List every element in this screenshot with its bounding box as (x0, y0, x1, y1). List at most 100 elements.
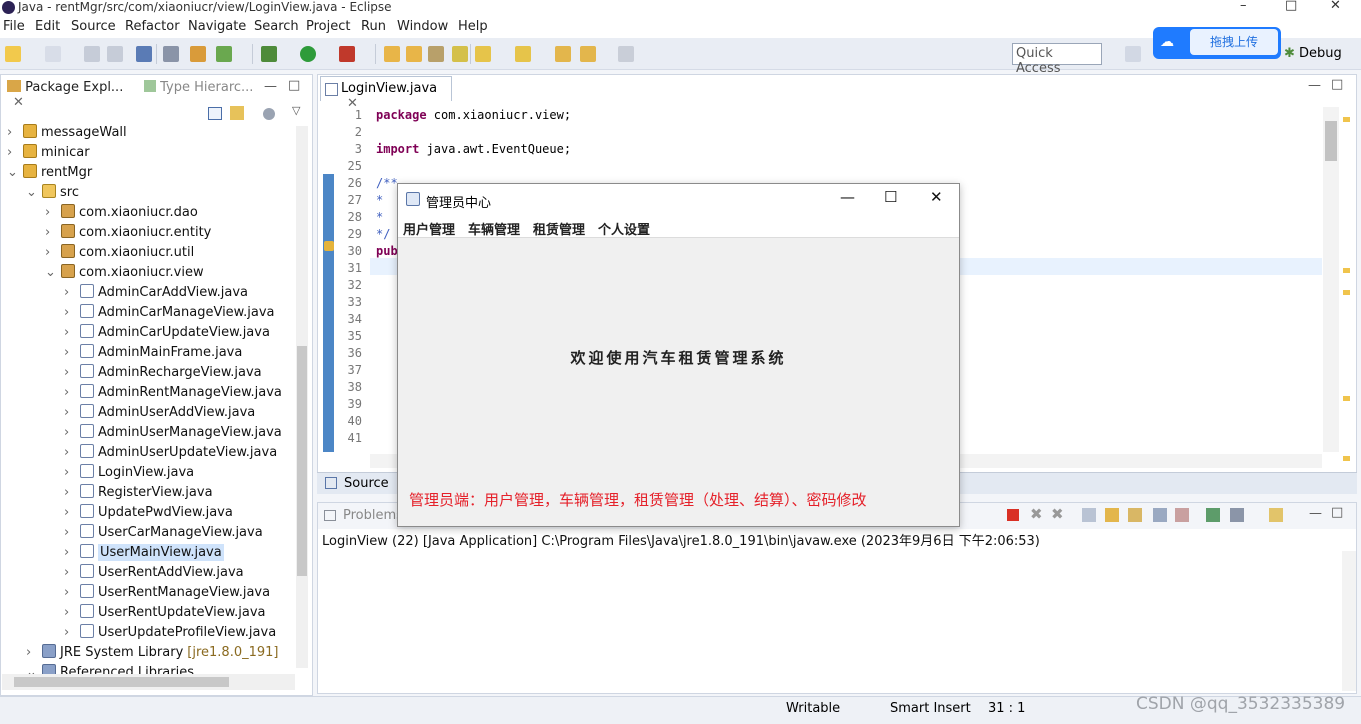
chevron-right-icon[interactable]: › (64, 345, 74, 360)
chevron-right-icon[interactable]: › (64, 445, 74, 460)
tree-item[interactable]: ⌄ com.xiaoniucr.view (45, 264, 204, 284)
chevron-right-icon[interactable]: › (26, 645, 36, 660)
prev-annotation-icon[interactable] (515, 46, 531, 62)
chevron-right-icon[interactable]: › (64, 505, 74, 520)
tab-type-hierarchy[interactable]: Type Hierarc... (138, 75, 256, 101)
tree-item[interactable]: › UserMainView.java (64, 544, 224, 564)
chevron-right-icon[interactable]: › (64, 585, 74, 600)
console-scrollbar[interactable] (1342, 551, 1356, 691)
run-icon[interactable] (300, 46, 316, 62)
console-minimize-icon[interactable]: — (1309, 506, 1322, 521)
open-type-icon[interactable] (384, 46, 400, 62)
close-icon[interactable]: ✕ (1330, 0, 1341, 13)
tree-item[interactable]: › com.xiaoniucr.util (45, 244, 194, 264)
scroll-lock-icon[interactable] (1105, 508, 1119, 522)
tree-item[interactable]: › LoginView.java (64, 464, 194, 484)
menu-vehicle-management[interactable]: 车辆管理 (468, 219, 520, 238)
last-edit-icon[interactable] (555, 46, 571, 62)
chevron-right-icon[interactable]: › (64, 305, 74, 320)
menu-search[interactable]: Search (254, 19, 299, 34)
forward-icon[interactable] (618, 46, 634, 62)
chevron-right-icon[interactable]: › (64, 545, 74, 560)
chevron-right-icon[interactable]: › (64, 365, 74, 380)
display-console-icon[interactable] (1230, 508, 1244, 522)
chevron-right-icon[interactable]: › (64, 465, 74, 480)
new-type-icon[interactable] (45, 46, 61, 62)
chevron-right-icon[interactable]: › (64, 325, 74, 340)
upload-widget[interactable]: ☁ 拖拽上传 (1153, 27, 1281, 59)
tree-item[interactable]: › AdminRechargeView.java (64, 364, 262, 384)
editor-maximize-icon[interactable]: □ (1331, 77, 1343, 92)
tab-loginview-java[interactable]: LoginView.java ✕ (320, 76, 452, 111)
build-icon[interactable] (190, 46, 206, 62)
menu-run[interactable]: Run (361, 19, 386, 34)
tree-item[interactable]: › AdminUserUpdateView.java (64, 444, 277, 464)
chevron-right-icon[interactable]: › (45, 245, 55, 260)
chevron-right-icon[interactable]: › (64, 425, 74, 440)
back-icon[interactable] (580, 46, 596, 62)
tree-item[interactable]: › UserRentAddView.java (64, 564, 244, 584)
tree-item[interactable]: › AdminUserAddView.java (64, 404, 255, 424)
tree-item[interactable]: › AdminMainFrame.java (64, 344, 242, 364)
menu-rental-management[interactable]: 租赁管理 (533, 219, 585, 238)
menu-navigate[interactable]: Navigate (188, 19, 246, 34)
view-menu-icon[interactable]: ▽ (292, 104, 300, 117)
remove-launch-icon[interactable]: ✖ (1030, 505, 1043, 523)
menu-source[interactable]: Source (71, 19, 116, 34)
open-perspective-icon[interactable] (1125, 46, 1141, 62)
menu-window[interactable]: Window (397, 19, 448, 34)
tree-item[interactable]: ⌄ src (26, 184, 79, 204)
tab-source[interactable]: Source (344, 476, 389, 491)
tree-item[interactable]: › AdminCarManageView.java (64, 304, 274, 324)
show-on-output-icon[interactable] (1153, 508, 1167, 522)
dialog-maximize-icon[interactable]: ☐ (884, 188, 897, 206)
chevron-right-icon[interactable]: › (45, 225, 55, 240)
menu-refactor[interactable]: Refactor (125, 19, 180, 34)
menu-help[interactable]: Help (458, 19, 488, 34)
chevron-right-icon[interactable]: › (64, 605, 74, 620)
tree-item[interactable]: › AdminUserManageView.java (64, 424, 282, 444)
console-icon[interactable] (136, 46, 152, 62)
chevron-right-icon[interactable]: › (45, 205, 55, 220)
open-console-icon[interactable] (1269, 508, 1283, 522)
new-icon[interactable] (5, 46, 21, 62)
chevron-right-icon[interactable]: › (64, 485, 74, 500)
tree-item[interactable]: › AdminRentManageView.java (64, 384, 282, 404)
chevron-right-icon[interactable]: › (64, 625, 74, 640)
word-wrap-icon[interactable] (1128, 508, 1142, 522)
refresh-icon[interactable] (216, 46, 232, 62)
tree-horizontal-scrollbar[interactable] (2, 674, 295, 690)
remove-all-icon[interactable]: ✖ (1051, 505, 1064, 523)
minimize-icon[interactable]: – (1240, 0, 1247, 13)
collapse-all-icon[interactable] (208, 107, 222, 120)
tree-item[interactable]: › messageWall (7, 124, 127, 144)
tree-vertical-scrollbar[interactable] (296, 126, 308, 668)
clear-console-icon[interactable] (1082, 508, 1096, 522)
pin-console-icon[interactable] (1206, 508, 1220, 522)
open-resource-icon[interactable] (406, 46, 422, 62)
terminate-icon[interactable] (1007, 509, 1019, 521)
save-icon[interactable] (84, 46, 100, 62)
close-tab-icon[interactable]: ✕ (13, 95, 24, 110)
tree-item[interactable]: › UpdatePwdView.java (64, 504, 233, 524)
menu-file[interactable]: File (3, 19, 25, 34)
tree-item[interactable]: › UserRentUpdateView.java (64, 604, 266, 624)
menu-edit[interactable]: Edit (35, 19, 60, 34)
chevron-right-icon[interactable]: › (64, 405, 74, 420)
save-all-icon[interactable] (107, 46, 123, 62)
tree-item[interactable]: › UserCarManageView.java (64, 524, 263, 544)
console-maximize-icon[interactable]: □ (1331, 505, 1343, 520)
tree-item[interactable]: › RegisterView.java (64, 484, 213, 504)
tree-item[interactable]: › com.xiaoniucr.entity (45, 224, 211, 244)
tab-problems[interactable]: Problems (343, 508, 403, 523)
minimize-view-icon[interactable]: — (264, 79, 277, 94)
chevron-right-icon[interactable]: › (64, 385, 74, 400)
menu-project[interactable]: Project (306, 19, 350, 34)
maximize-view-icon[interactable]: □ (288, 78, 300, 93)
tree-item[interactable]: › AdminCarAddView.java (64, 284, 248, 304)
chevron-right-icon[interactable]: › (64, 285, 74, 300)
menu-personal-settings[interactable]: 个人设置 (598, 219, 650, 238)
link-editor-icon[interactable] (230, 106, 244, 120)
debug-icon[interactable] (261, 46, 277, 62)
maximize-icon[interactable]: □ (1285, 0, 1297, 13)
